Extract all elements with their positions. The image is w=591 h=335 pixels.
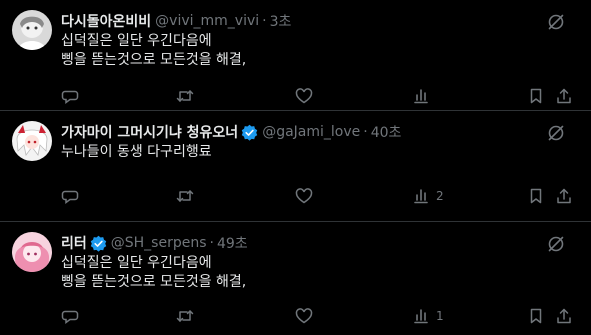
bookmark-button[interactable] bbox=[527, 86, 545, 106]
tweet[interactable]: 다시돌아온비비 @vivi_mm_vivi · 3초 십덕질은 일단 우긴다음에… bbox=[0, 0, 591, 111]
like-button[interactable] bbox=[295, 186, 319, 206]
separator-dot: · bbox=[262, 13, 267, 29]
grok-icon[interactable] bbox=[547, 235, 565, 253]
tweet-text-line: 삥을 뜯는것으로 모든것을 해결, bbox=[61, 52, 247, 68]
views-button[interactable] bbox=[412, 86, 436, 106]
verified-badge-icon bbox=[90, 235, 107, 252]
share-icon bbox=[555, 87, 573, 105]
action-bar: 2 bbox=[61, 186, 577, 206]
bookmark-icon bbox=[527, 187, 545, 205]
grok-icon[interactable] bbox=[547, 124, 565, 142]
share-icon bbox=[555, 187, 573, 205]
user-handle[interactable]: @SH_serpens bbox=[111, 235, 207, 251]
reply-icon bbox=[61, 87, 79, 105]
reply-icon bbox=[61, 307, 79, 325]
tweet-text-line: 누나들이 동생 다구리행료 bbox=[61, 144, 212, 160]
reply-button[interactable] bbox=[61, 86, 85, 106]
separator-dot: · bbox=[363, 124, 368, 140]
tweet-text-line: 삥을 뜯는것으로 모든것을 해결, bbox=[61, 274, 247, 290]
separator-dot: · bbox=[209, 235, 214, 251]
reply-button[interactable] bbox=[61, 186, 85, 206]
verified-badge-icon bbox=[241, 124, 258, 141]
repost-icon bbox=[176, 307, 194, 325]
tweet-text: 누나들이 동생 다구리행료 bbox=[61, 143, 577, 162]
bookmark-icon bbox=[527, 307, 545, 325]
timestamp[interactable]: 3초 bbox=[270, 11, 292, 31]
timeline-feed: 다시돌아온비비 @vivi_mm_vivi · 3초 십덕질은 일단 우긴다음에… bbox=[0, 0, 591, 333]
display-name[interactable]: 다시돌아온비비 bbox=[61, 11, 151, 31]
display-name[interactable]: 리터 bbox=[61, 233, 87, 253]
repost-icon bbox=[176, 87, 194, 105]
tweet-header: 가자마이 그머시기냐 청유오너 @gaJami_love · 40초 bbox=[61, 122, 577, 142]
avatar[interactable] bbox=[12, 232, 52, 272]
timestamp[interactable]: 40초 bbox=[371, 122, 402, 142]
tweet[interactable]: 리터 @SH_serpens · 49초 십덕질은 일단 우긴다음에 삥을 뜯는… bbox=[0, 222, 591, 333]
bookmark-button[interactable] bbox=[527, 186, 545, 206]
repost-button[interactable] bbox=[176, 186, 200, 206]
like-icon bbox=[295, 307, 313, 325]
views-icon bbox=[412, 187, 430, 205]
tweet-text: 십덕질은 일단 우긴다음에 삥을 뜯는것으로 모든것을 해결, bbox=[61, 254, 577, 292]
like-icon bbox=[295, 187, 313, 205]
share-button[interactable] bbox=[555, 306, 573, 326]
bookmark-button[interactable] bbox=[527, 306, 545, 326]
views-icon bbox=[412, 307, 430, 325]
user-handle[interactable]: @vivi_mm_vivi bbox=[155, 13, 259, 29]
bookmark-icon bbox=[527, 87, 545, 105]
views-button[interactable]: 2 bbox=[412, 186, 444, 206]
share-icon bbox=[555, 307, 573, 325]
like-button[interactable] bbox=[295, 86, 319, 106]
like-button[interactable] bbox=[295, 306, 319, 326]
share-button[interactable] bbox=[555, 186, 573, 206]
views-count: 2 bbox=[436, 189, 444, 203]
display-name[interactable]: 가자마이 그머시기냐 청유오너 bbox=[61, 122, 238, 142]
views-count: 1 bbox=[436, 309, 444, 323]
reply-icon bbox=[61, 187, 79, 205]
tweet-text-line: 십덕질은 일단 우긴다음에 bbox=[61, 255, 212, 271]
share-button[interactable] bbox=[555, 86, 573, 106]
user-handle[interactable]: @gaJami_love bbox=[262, 124, 360, 140]
repost-button[interactable] bbox=[176, 306, 200, 326]
avatar[interactable] bbox=[12, 10, 52, 50]
tweet-header: 리터 @SH_serpens · 49초 bbox=[61, 233, 577, 253]
repost-icon bbox=[176, 187, 194, 205]
views-icon bbox=[412, 87, 430, 105]
views-button[interactable]: 1 bbox=[412, 306, 444, 326]
tweet[interactable]: 가자마이 그머시기냐 청유오너 @gaJami_love · 40초 누나들이 … bbox=[0, 111, 591, 222]
tweet-text-line: 십덕질은 일단 우긴다음에 bbox=[61, 33, 212, 49]
timestamp[interactable]: 49초 bbox=[217, 233, 248, 253]
repost-button[interactable] bbox=[176, 86, 200, 106]
tweet-header: 다시돌아온비비 @vivi_mm_vivi · 3초 bbox=[61, 11, 577, 31]
avatar[interactable] bbox=[12, 121, 52, 161]
grok-icon[interactable] bbox=[547, 13, 565, 31]
tweet-text: 십덕질은 일단 우긴다음에 삥을 뜯는것으로 모든것을 해결, bbox=[61, 32, 577, 70]
action-bar bbox=[61, 86, 577, 106]
like-icon bbox=[295, 87, 313, 105]
action-bar: 1 bbox=[61, 306, 577, 326]
reply-button[interactable] bbox=[61, 306, 85, 326]
